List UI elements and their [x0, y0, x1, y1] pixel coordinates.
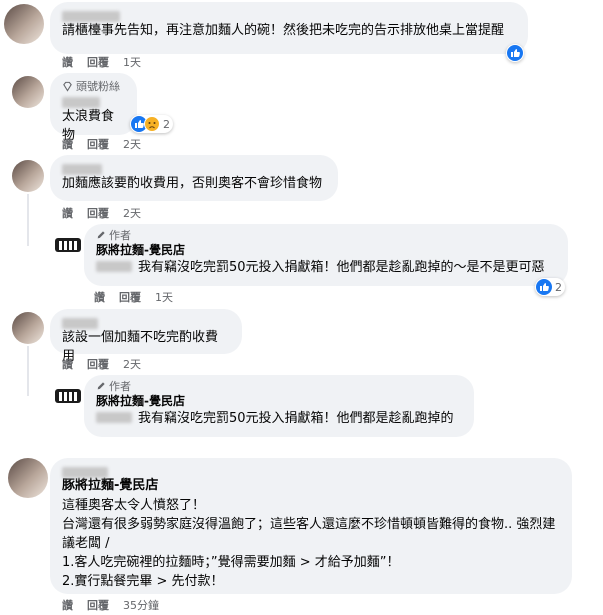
reply-button[interactable]: 回覆	[87, 54, 109, 70]
comment-time[interactable]: 1天	[123, 54, 141, 70]
sad-icon	[144, 116, 160, 132]
comment-time[interactable]: 35分鐘	[123, 597, 159, 613]
author-name[interactable]: 豚將拉麵-覺民店	[96, 242, 556, 258]
reply-text: 我有竊沒吃完罰50元投入捐獻箱！他們都是趁亂跑掉的～是不是更可惡	[96, 258, 556, 277]
comment-actions: 讚 回覆 35分鐘	[62, 597, 159, 613]
comment-bubble: 請櫃檯事先告知，再注意加麵人的碗！然後把未吃完的告示排放他桌上當提醒	[50, 2, 528, 54]
pencil-icon	[97, 231, 105, 239]
comment-time[interactable]: 2天	[123, 205, 141, 221]
reaction-summary[interactable]: 2	[535, 278, 565, 296]
commenter-avatar[interactable]	[12, 312, 44, 344]
reply-button[interactable]: 回覆	[87, 597, 109, 613]
like-button[interactable]: 讚	[62, 356, 73, 372]
pencil-icon	[97, 382, 105, 390]
restaurant-logo	[55, 389, 81, 403]
reply-actions: 讚 回覆 1天	[94, 289, 173, 305]
reaction-summary[interactable]: 2	[130, 115, 173, 133]
comment-actions: 讚 回覆 2天	[62, 356, 141, 372]
commenter-avatar[interactable]	[4, 4, 44, 44]
comment-time[interactable]: 1天	[155, 289, 173, 305]
comment-line: 1.客人吃完碗裡的拉麵時；”覺得需要加麵 > 才給予加麵”！	[62, 555, 400, 570]
commenter-avatar[interactable]	[12, 76, 44, 108]
mentioned-page-name[interactable]: 豚將拉麵-覺民店	[62, 477, 560, 495]
comment-time[interactable]: 2天	[123, 356, 141, 372]
author-badge: 作者	[96, 228, 556, 242]
page-avatar[interactable]	[52, 229, 84, 261]
reaction-count: 2	[163, 117, 170, 131]
reply-text: 我有竊沒吃完罰50元投入捐獻箱！他們都是趁亂跑掉的	[96, 409, 462, 428]
commenter-name-blurred[interactable]	[62, 7, 516, 22]
commenter-name-blurred[interactable]	[62, 93, 125, 108]
like-icon	[536, 279, 552, 295]
reply-bubble: 作者 豚將拉麵-覺民店 我有竊沒吃完罰50元投入捐獻箱！他們都是趁亂跑掉的	[84, 375, 474, 437]
restaurant-logo	[55, 238, 81, 252]
like-button[interactable]: 讚	[62, 597, 73, 613]
reply-button[interactable]: 回覆	[119, 289, 141, 305]
like-button[interactable]: 讚	[62, 54, 73, 70]
comment-line: 2.實行點餐完畢 > 先付款！	[62, 574, 224, 589]
mention-blurred	[96, 412, 132, 423]
comment-text: 加麵應該要酌收費用，否則奧客不會珍惜食物	[62, 176, 323, 191]
like-button[interactable]: 讚	[94, 289, 105, 305]
author-name[interactable]: 豚將拉麵-覺民店	[96, 393, 462, 409]
comment-bubble: 頭號粉絲 太浪費食物	[50, 73, 137, 143]
comment-actions: 讚 回覆 1天	[62, 54, 141, 70]
comment-bubble: 加麵應該要酌收費用，否則奧客不會珍惜食物	[50, 155, 338, 201]
reply-bubble: 作者 豚將拉麵-覺民店 我有竊沒吃完罰50元投入捐獻箱！他們都是趁亂跑掉的～是不…	[84, 224, 568, 286]
like-button[interactable]: 讚	[62, 205, 73, 221]
comment-line: 這種奧客太令人憤怒了！	[62, 498, 206, 513]
reply-button[interactable]: 回覆	[87, 356, 109, 372]
like-icon	[507, 45, 523, 61]
reaction-count: 2	[555, 280, 562, 294]
reply-button[interactable]: 回覆	[87, 205, 109, 221]
reaction-summary[interactable]	[506, 44, 524, 62]
comment-line: 台灣還有很多弱勢家庭沒得溫飽了；這些客人還這麼不珍惜頓頓皆難得的食物.. 強烈建…	[62, 517, 556, 551]
comment-actions: 讚 回覆 2天	[62, 136, 141, 152]
comment-actions: 讚 回覆 2天	[62, 205, 141, 221]
commenter-avatar[interactable]	[8, 458, 48, 498]
like-button[interactable]: 讚	[62, 136, 73, 152]
reply-button[interactable]: 回覆	[87, 136, 109, 152]
comment-bubble: 豚將拉麵-覺民店 這種奧客太令人憤怒了！ 台灣還有很多弱勢家庭沒得溫飽了；這些客…	[50, 458, 572, 594]
diamond-icon	[63, 81, 72, 92]
comment-text: 請櫃檯事先告知，再注意加麵人的碗！然後把未吃完的告示排放他桌上當提醒	[62, 23, 505, 38]
top-fan-badge: 頭號粉絲	[62, 79, 125, 93]
page-avatar[interactable]	[52, 380, 84, 412]
commenter-name-blurred[interactable]	[62, 160, 326, 175]
author-badge: 作者	[96, 379, 462, 393]
comment-bubble: 該設一個加麵不吃完酌收費用	[50, 309, 242, 364]
comment-time[interactable]: 2天	[123, 136, 141, 152]
commenter-name-blurred[interactable]	[62, 314, 230, 329]
reply-thread-line	[27, 346, 29, 396]
mention-blurred	[96, 261, 132, 272]
commenter-avatar[interactable]	[12, 160, 44, 192]
reply-thread-line	[27, 194, 29, 246]
commenter-name-blurred[interactable]	[62, 463, 560, 478]
